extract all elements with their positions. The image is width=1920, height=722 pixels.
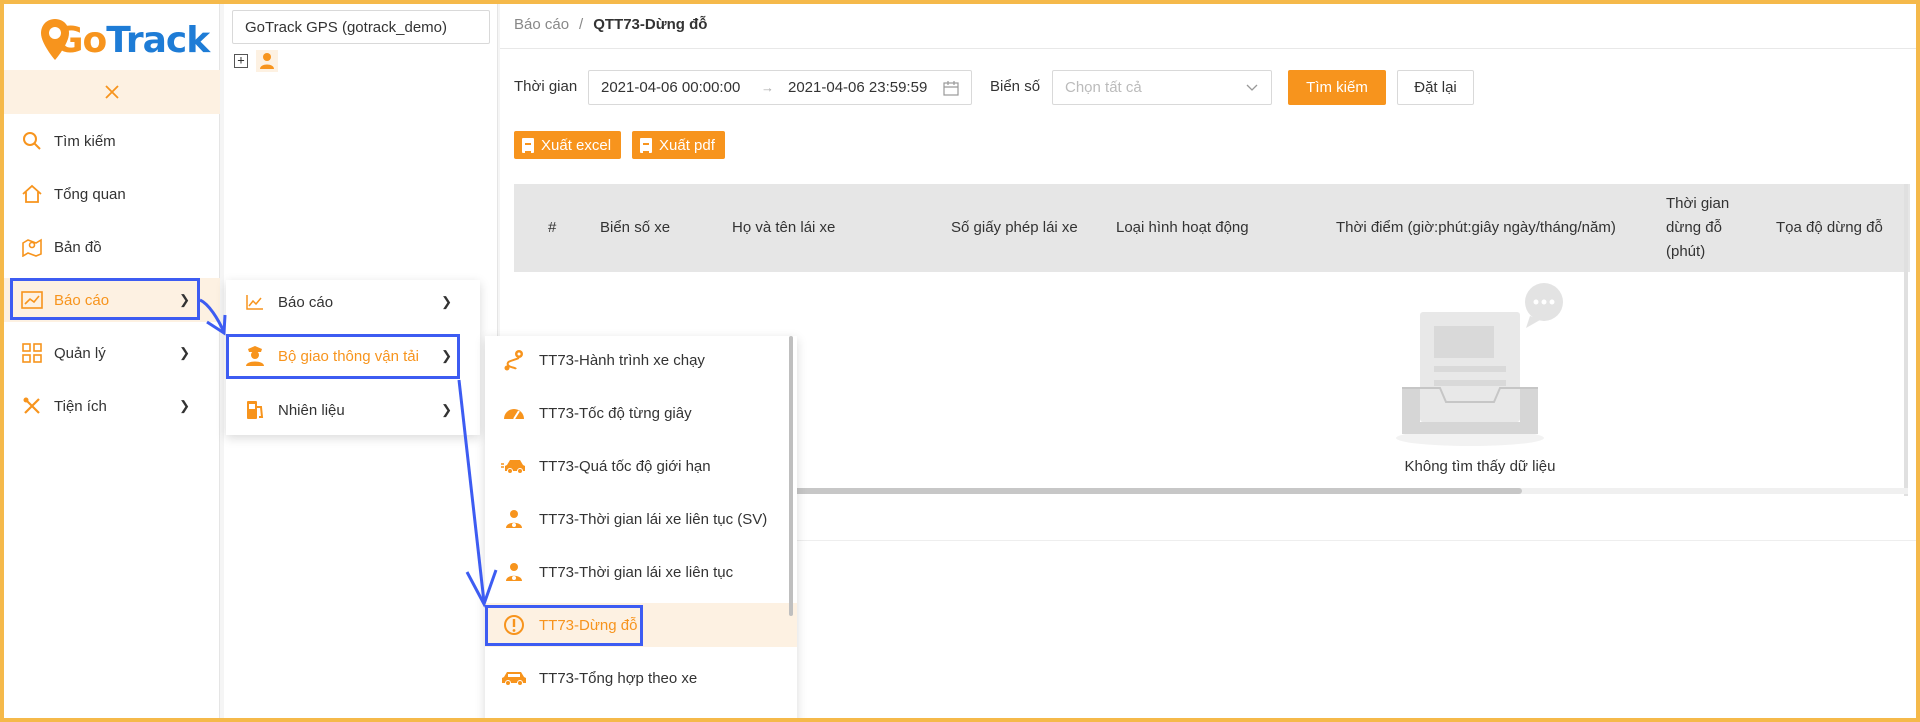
horizontal-scroll-thumb[interactable] [794,488,1522,494]
breadcrumb-parent[interactable]: Báo cáo [514,16,569,33]
speedometer-icon [501,402,527,424]
submenu-item-continuous-driving-sv[interactable]: TT73-Thời gian lái xe liên tục (SV) [485,497,797,541]
excel-file-icon [522,137,534,153]
submenu-item-label: TT73-Hành trình xe chạy [539,351,705,369]
plate-placeholder: Chọn tất cả [1065,79,1142,96]
sidebar-item-label: Tiện ích [54,397,107,415]
export-excel-button[interactable]: Xuất excel [514,131,622,159]
highlight-box-ministry [226,334,460,379]
ministry-reports-submenu: TT73-Hành trình xe chạy TT73-Tốc độ từng… [485,336,797,718]
sidebar-item-utilities[interactable]: Tiện ích ❯ [4,384,220,428]
plate-label: Biển số [990,78,1041,95]
speeding-car-icon [501,455,527,477]
sidebar-item-search[interactable]: Tìm kiếm [4,119,220,163]
map-pin-icon [41,19,69,60]
export-pdf-button[interactable]: Xuất pdf [632,131,725,159]
chevron-right-icon: ❯ [441,294,452,309]
empty-state-text: Không tìm thấy dữ liệu [1404,458,1556,475]
submenu-item-over-speed[interactable]: TT73-Quá tốc độ giới hạn [485,444,797,488]
expand-icon[interactable]: + [234,54,248,68]
submenu-item-fuel[interactable]: Nhiên liệu ❯ [226,388,480,432]
sidebar: Go Track Tìm kiếm Tổng quan Bản đồ Báo c… [4,4,220,718]
export-pdf-label: Xuất pdf [659,136,715,154]
table-edge [1904,184,1908,496]
column-driver-name: Họ và tên lái xe [732,219,836,236]
sidebar-item-label: Tìm kiếm [54,132,116,150]
date-range-picker[interactable]: 2021-04-06 00:00:00 → 2021-04-06 23:59:5… [588,70,972,105]
breadcrumb-separator: / [579,16,584,33]
column-operation-type: Loại hình hoạt động [1116,219,1249,236]
search-icon [20,129,44,153]
user-icon[interactable] [256,50,278,72]
date-from[interactable]: 2021-04-06 00:00:00 [601,79,740,96]
empty-inbox-icon [1396,283,1563,446]
sidebar-item-map[interactable]: Bản đồ [4,225,220,269]
close-icon [105,85,119,99]
car-icon [501,667,527,689]
tree-root: + [234,50,278,72]
sidebar-item-label: Tổng quan [54,185,126,203]
column-plate: Biển số xe [600,219,671,236]
line-chart-icon [244,291,266,313]
chevron-right-icon: ❯ [179,345,190,360]
reset-button[interactable]: Đặt lại [1397,70,1474,105]
route-icon [501,349,527,371]
column-stop-duration-line: (phút) [1666,243,1706,260]
submenu-scrollbar[interactable] [789,336,793,616]
sidebar-item-manage[interactable]: Quản lý ❯ [4,331,220,375]
submenu-item-label: TT73-Thời gian lái xe liên tục [539,563,734,581]
sidebar-item-overview[interactable]: Tổng quan [4,172,220,216]
account-select[interactable]: GoTrack GPS (gotrack_demo) [232,10,490,44]
app-frame: Go Track Tìm kiếm Tổng quan Bản đồ Báo c… [0,0,1920,722]
export-excel-label: Xuất excel [541,136,612,154]
submenu-item-label: Nhiên liệu [278,401,345,419]
submenu-item-reports[interactable]: Báo cáo ❯ [226,280,480,324]
sidebar-item-label: Bản đồ [54,238,102,256]
home-icon [20,182,44,206]
table-header: # Biển số xe Họ và tên lái xe Số giấy ph… [514,184,1910,272]
column-stop-coordinates: Tọa độ dừng đỗ [1776,219,1883,236]
time-label: Thời gian [514,78,578,95]
driver-icon [501,561,527,583]
driver-icon [501,508,527,530]
submenu-item-continuous-driving[interactable]: TT73-Thời gian lái xe liên tục [485,550,797,594]
calendar-icon [943,81,959,96]
tools-icon [20,394,44,418]
column-timestamp: Thời điểm (giờ:phút:giây ngày/tháng/năm) [1336,219,1616,236]
grid-icon [20,341,44,365]
submenu-item-label: TT73-Tổng hợp theo xe [539,669,698,687]
column-license: Số giấy phép lái xe [951,219,1078,236]
header-divider [500,48,1916,49]
fuel-pump-icon [244,399,266,421]
column-stop-duration-line: Thời gian [1666,195,1730,212]
chevron-right-icon: ❯ [441,402,452,417]
highlight-box-reports [10,278,200,320]
range-arrow-icon: → [761,80,774,95]
submenu-item-label: Báo cáo [278,293,334,311]
breadcrumb: Báo cáo / QTT73-Dừng đỗ [514,16,707,33]
chevron-right-icon: ❯ [179,398,190,413]
collapse-menu-button[interactable] [4,70,220,114]
submenu-item-speed-per-second[interactable]: TT73-Tốc độ từng giây [485,391,797,435]
submenu-item-label: TT73-Tốc độ từng giây [539,404,692,422]
highlight-box-stop-parking [485,605,643,646]
gotrack-logo[interactable]: Go Track [40,12,210,68]
plate-select[interactable]: Chọn tất cả [1052,70,1272,105]
chevron-down-icon [1246,84,1258,91]
submenu-item-label: TT73-Quá tốc độ giới hạn [539,457,711,475]
sidebar-item-label: Quản lý [54,344,106,362]
search-button[interactable]: Tìm kiếm [1288,70,1386,105]
submenu-item-label: TT73-Thời gian lái xe liên tục (SV) [539,510,768,528]
map-icon [20,235,44,259]
pdf-file-icon [640,137,652,153]
logo-go: Go [40,18,107,62]
submenu-item-vehicle-summary[interactable]: TT73-Tổng hợp theo xe [485,656,797,700]
submenu-item-trip[interactable]: TT73-Hành trình xe chạy [485,338,797,382]
column-stop-duration: Thời gian dừng đỗ (phút) [1666,184,1729,272]
breadcrumb-current: QTT73-Dừng đỗ [593,16,708,33]
column-index: # [548,219,557,236]
logo-track-text: Track [106,19,210,61]
column-stop-duration-line: dừng đỗ [1666,219,1722,236]
date-to[interactable]: 2021-04-06 23:59:59 [788,79,927,96]
